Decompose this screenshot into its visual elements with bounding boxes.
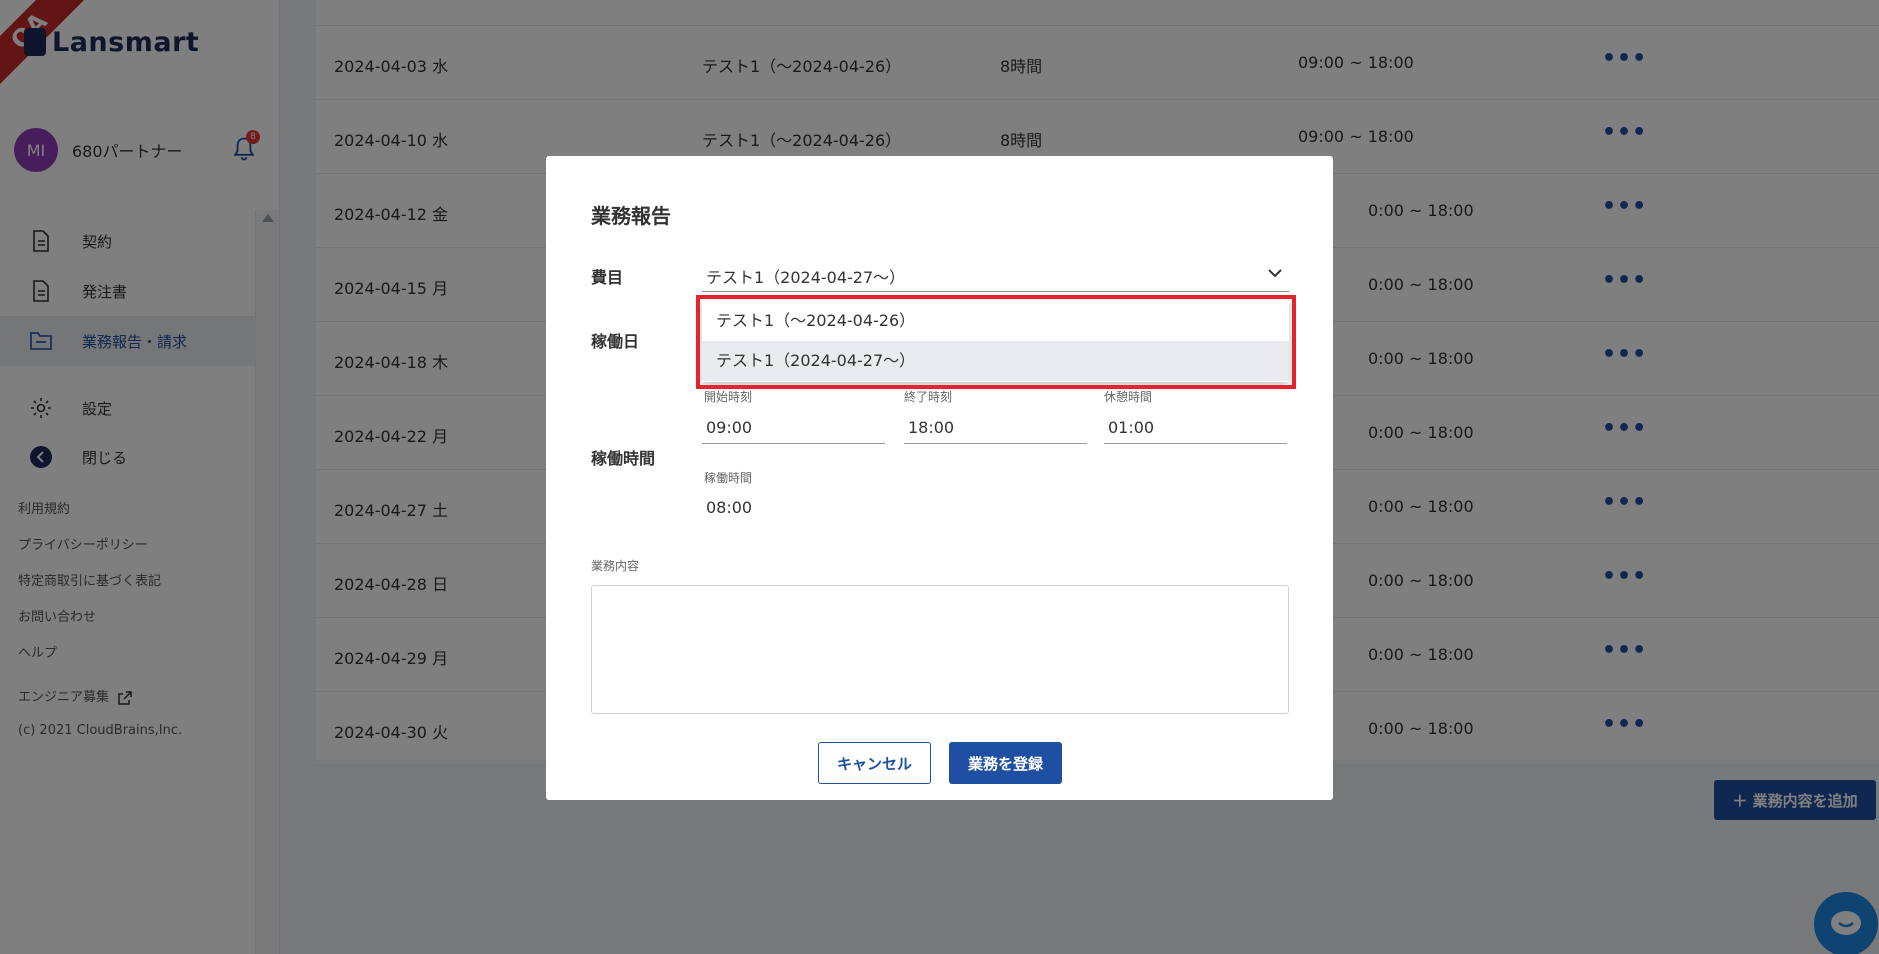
content-label: 業務内容 — [591, 559, 640, 573]
worktime-value: 08:00 — [706, 498, 753, 517]
end-time-value: 18:00 — [908, 418, 955, 437]
start-time-input[interactable]: 09:00 — [702, 412, 885, 444]
highlight-annotation — [696, 295, 1296, 389]
start-time-label: 開始時刻 — [704, 390, 753, 404]
worktime-sub-label: 稼働時間 — [704, 471, 753, 485]
worktime-label: 稼働時間 — [591, 449, 656, 468]
cancel-button[interactable]: キャンセル — [818, 742, 931, 784]
work-report-modal: 業務報告 費目 テスト1（2024-04-27〜） 稼働日 開始時刻 終了時刻 … — [546, 156, 1333, 800]
start-time-value: 09:00 — [706, 418, 753, 437]
expense-select-value: テスト1（2024-04-27〜） — [706, 268, 906, 287]
modal-title: 業務報告 — [591, 204, 671, 228]
break-time-label: 休憩時間 — [1104, 390, 1153, 404]
break-time-input[interactable]: 01:00 — [1104, 412, 1287, 444]
workday-label: 稼働日 — [591, 332, 640, 351]
work-content-textarea[interactable] — [591, 585, 1289, 714]
expense-select[interactable]: テスト1（2024-04-27〜） — [702, 256, 1289, 292]
end-time-input[interactable]: 18:00 — [904, 412, 1087, 444]
end-time-label: 終了時刻 — [904, 390, 953, 404]
break-time-value: 01:00 — [1108, 418, 1155, 437]
register-work-button[interactable]: 業務を登録 — [949, 742, 1062, 784]
chevron-down-icon — [1268, 269, 1282, 278]
expense-label: 費目 — [591, 268, 624, 287]
